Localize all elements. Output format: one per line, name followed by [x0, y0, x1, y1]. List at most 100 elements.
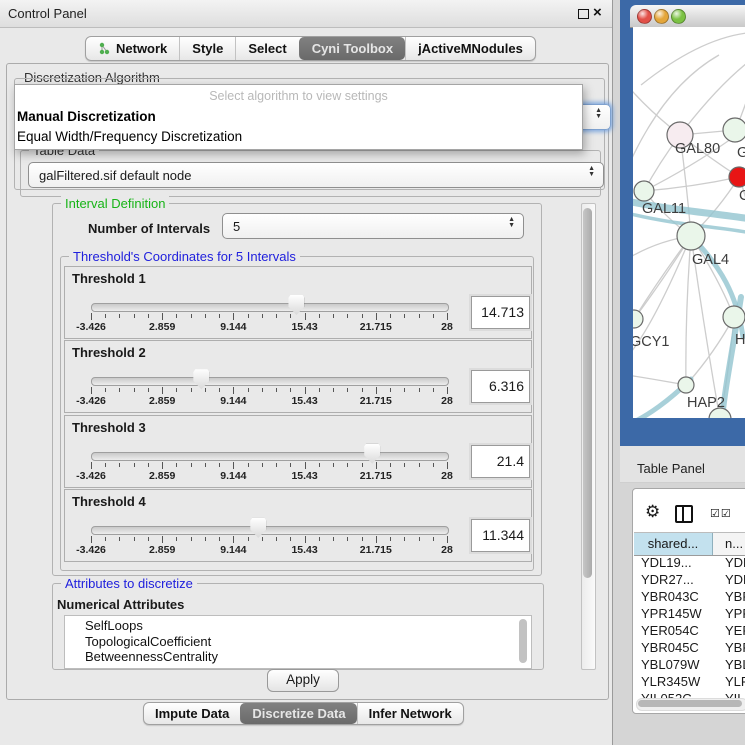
- tick-label: -3.426: [63, 544, 119, 556]
- slider-track[interactable]: [91, 452, 449, 461]
- threshold-value-field[interactable]: 21.4: [471, 445, 530, 478]
- tab-infer-network[interactable]: Infer Network: [357, 703, 463, 724]
- select-columns-icon[interactable]: ☑☑: [710, 507, 732, 520]
- tab-select[interactable]: Select: [235, 37, 298, 60]
- table-row[interactable]: YER054CYER0: [634, 623, 745, 640]
- graph-node-gal4[interactable]: [677, 222, 705, 250]
- graph-node-g[interactable]: [723, 118, 745, 142]
- threshold-label: Threshold 4: [72, 494, 146, 509]
- zoom-traffic-light[interactable]: [671, 9, 686, 24]
- node-label: GAL4: [692, 252, 729, 268]
- cell-shared-name: YBR043C: [634, 589, 712, 606]
- numerical-attributes-list[interactable]: SelfLoopsTopologicalCoefficientBetweenne…: [64, 615, 532, 669]
- tick-mark: [262, 388, 263, 392]
- float-window-icon[interactable]: [578, 9, 589, 19]
- close-icon[interactable]: ×: [593, 4, 602, 21]
- tick-label: 15.43: [277, 395, 333, 407]
- tick-mark: [404, 314, 405, 318]
- scrollbar-thumb[interactable]: [638, 700, 742, 707]
- graph-node-gcy1[interactable]: [633, 310, 643, 328]
- tick-label: 9.144: [205, 321, 261, 333]
- tick-mark: [176, 537, 177, 541]
- threshold-value-field[interactable]: 14.713: [471, 296, 530, 329]
- list-scrollbar-thumb[interactable]: [519, 619, 527, 663]
- gear-icon[interactable]: ⚙: [645, 503, 660, 520]
- dropdown-prompt-item[interactable]: Select algorithm to view settings: [15, 87, 582, 107]
- tick-mark: [105, 314, 106, 318]
- tick-mark: [119, 388, 120, 392]
- threshold-panel-1: Threshold 1-3.4262.8599.14415.4321.71528…: [64, 266, 532, 339]
- tick-label: 15.43: [277, 544, 333, 556]
- cell-name: YBR0: [712, 640, 745, 657]
- tick-mark: [105, 388, 106, 392]
- attribute-item-topologicalcoefficient[interactable]: TopologicalCoefficient: [65, 634, 531, 650]
- slider-track[interactable]: [91, 377, 449, 386]
- table-row[interactable]: YDR27...YDR2: [634, 572, 745, 589]
- tick-mark: [119, 463, 120, 467]
- minimize-traffic-light[interactable]: [654, 9, 669, 24]
- tick-mark: [362, 388, 363, 392]
- table-header: shared... n...: [634, 532, 745, 556]
- close-traffic-light[interactable]: [637, 9, 652, 24]
- table-row[interactable]: YBR045CYBR0: [634, 640, 745, 657]
- network-canvas[interactable]: GAL80GCGAL11GAL4GCY1HHAP2: [633, 27, 745, 418]
- column-header-shared-name[interactable]: shared...: [634, 533, 713, 555]
- node-label: HAP2: [687, 395, 725, 411]
- attribute-item-betweennesscentrality[interactable]: BetweennessCentrality: [65, 649, 531, 665]
- tab-cyni-toolbox[interactable]: Cyni Toolbox: [299, 37, 405, 60]
- tab-style[interactable]: Style: [179, 37, 235, 60]
- table-row[interactable]: YLR345WYLR3: [634, 674, 745, 691]
- slider-thumb[interactable]: [250, 518, 266, 538]
- tick-mark: [191, 463, 192, 467]
- tab-network[interactable]: Network: [86, 37, 179, 60]
- tab-jactivemnodules[interactable]: jActiveMNodules: [405, 37, 535, 60]
- apply-button[interactable]: Apply: [267, 669, 339, 692]
- graph-node-gal11[interactable]: [634, 181, 654, 201]
- main-vertical-scrollbar[interactable]: [581, 203, 596, 670]
- tab-label: Select: [248, 41, 286, 56]
- tab-impute-data[interactable]: Impute Data: [144, 703, 240, 724]
- tick-mark: [319, 463, 320, 467]
- cell-shared-name: YDL19...: [634, 555, 712, 572]
- node-table-card: ⚙ ☑☑ shared... n... YDL19...YDL1YDR27...…: [632, 488, 745, 714]
- tick-label: 28: [419, 544, 475, 556]
- table-row[interactable]: YDL19...YDL1: [634, 555, 745, 572]
- attribute-item-selfloops[interactable]: SelfLoops: [65, 618, 531, 634]
- table-data-combobox-value: galFiltered.sif default node: [39, 168, 191, 183]
- number-of-intervals-combobox[interactable]: 5 ▲▼: [222, 213, 524, 239]
- tick-mark: [262, 314, 263, 318]
- graph-node-h[interactable]: [723, 306, 745, 328]
- slider-thumb[interactable]: [288, 295, 304, 315]
- graph-node-c[interactable]: [729, 167, 745, 187]
- slider-thumb[interactable]: [193, 369, 209, 389]
- tick-mark: [390, 314, 391, 318]
- node-label: GCY1: [633, 334, 670, 350]
- dropdown-item-equal-width-frequency-discretization[interactable]: Equal Width/Frequency Discretization: [15, 127, 582, 147]
- threshold-value-field[interactable]: 11.344: [471, 519, 530, 552]
- slider-track[interactable]: [91, 303, 449, 312]
- tick-label: 2.859: [134, 395, 190, 407]
- tab-label: jActiveMNodules: [418, 41, 523, 56]
- tick-mark: [148, 463, 149, 467]
- cell-shared-name: YBL079W: [634, 657, 712, 674]
- table-horizontal-scrollbar[interactable]: [636, 698, 745, 711]
- tab-discretize-data[interactable]: Discretize Data: [240, 703, 356, 724]
- slider-thumb[interactable]: [364, 444, 380, 464]
- tick-label: 21.715: [348, 395, 404, 407]
- scrollbar-thumb[interactable]: [583, 208, 592, 578]
- graph-node-hap2[interactable]: [678, 377, 694, 393]
- threshold-value-field[interactable]: 6.316: [471, 370, 530, 403]
- tick-mark: [419, 388, 420, 392]
- dropdown-item-manual-discretization[interactable]: Manual Discretization: [15, 107, 582, 127]
- table-row[interactable]: YPR145WYPR1: [634, 606, 745, 623]
- tick-mark: [305, 387, 306, 394]
- slider-track[interactable]: [91, 526, 449, 535]
- tick-mark: [262, 463, 263, 467]
- table-row[interactable]: YBR043CYBR0: [634, 589, 745, 606]
- table-row[interactable]: YIL052CYIL0: [634, 691, 745, 698]
- cell-name: YDL1: [712, 555, 745, 572]
- column-header-name[interactable]: n...: [713, 533, 745, 555]
- table-data-combobox[interactable]: galFiltered.sif default node ▲▼: [28, 162, 604, 188]
- table-row[interactable]: YBL079WYBL0: [634, 657, 745, 674]
- columns-icon[interactable]: [675, 505, 693, 523]
